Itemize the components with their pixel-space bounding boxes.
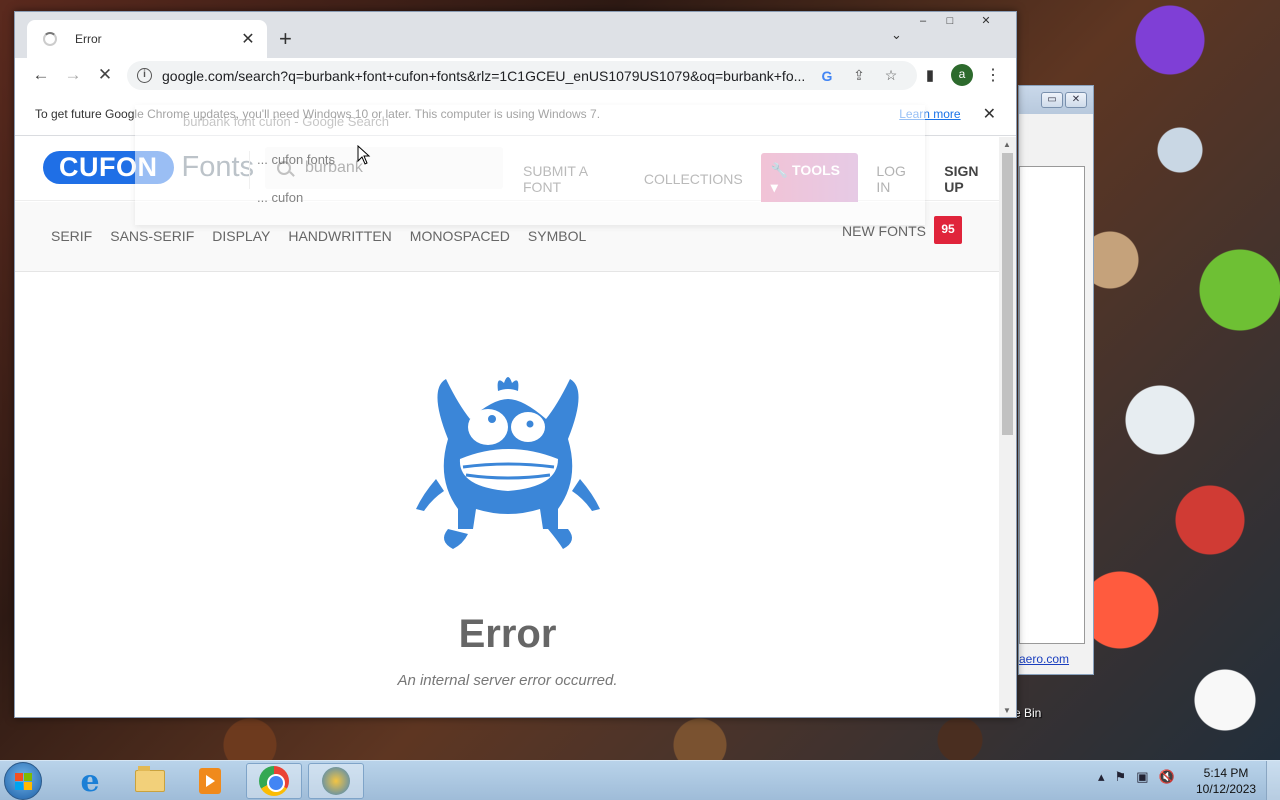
stop-loading-icon[interactable]: ✕ [89, 65, 121, 85]
category-list: SERIF SANS-SERIF DISPLAY HANDWRITTEN MON… [51, 228, 586, 244]
new-tab-button[interactable]: + [279, 26, 292, 52]
cufon-logo[interactable]: CUFON Fonts [43, 151, 254, 184]
taskbar-live-app[interactable] [308, 763, 364, 799]
tools-dropdown-button[interactable]: 🔧 TOOLS ▾ [760, 153, 859, 205]
loading-spinner-icon [43, 32, 57, 46]
browser-toolbar: ← → ✕ i google.com/search?q=burbank+font… [15, 58, 1016, 92]
learn-more-link[interactable]: Learn more [899, 107, 960, 121]
clock-date: 10/12/2023 [1196, 782, 1257, 796]
category-sans-serif[interactable]: SANS-SERIF [110, 228, 194, 244]
bookmark-star-icon[interactable]: ☆ [875, 67, 907, 84]
toolbar-right: ▮ a ⋮ [919, 64, 1003, 86]
category-display[interactable]: DISPLAY [212, 228, 270, 244]
taskbar-media-player[interactable] [182, 763, 238, 799]
site-header: CUFON Fonts burbank SUBMIT A FONT COLLEC… [15, 137, 1000, 205]
tab-error[interactable]: Error ✕ [27, 20, 267, 58]
back-arrow-icon[interactable]: ← [25, 65, 57, 85]
wrench-icon: 🔧 [770, 162, 789, 178]
forward-arrow-icon[interactable]: → [57, 65, 89, 85]
tab-strip: Error ✕ + ⌄ – □ ✕ [15, 12, 1016, 58]
tab-title: Error [75, 32, 102, 46]
search-value[interactable]: burbank [305, 159, 363, 177]
profile-avatar[interactable]: a [951, 64, 973, 86]
category-symbol[interactable]: SYMBOL [528, 228, 586, 244]
background-window-restore-button[interactable]: ▭ [1041, 92, 1063, 108]
system-clock[interactable]: 5:14 PM 10/12/2023 [1196, 765, 1256, 797]
windows-live-icon [322, 767, 350, 795]
taskbar-chrome[interactable] [246, 763, 302, 799]
caret-down-icon: ▾ [770, 179, 778, 195]
tab-close-icon[interactable]: ✕ [239, 29, 257, 49]
page-scrollbar[interactable]: ▲ ▼ [999, 137, 1016, 717]
system-tray: ▴ ⚑ ▣ 🔇 [1098, 769, 1175, 785]
tray-expand-icon[interactable]: ▴ [1098, 769, 1105, 785]
taskbar-internet-explorer[interactable]: e [62, 763, 118, 799]
infobar-message: To get future Google Chrome updates, you… [35, 106, 601, 121]
start-button[interactable] [4, 762, 42, 800]
minimize-button[interactable]: – [910, 13, 936, 30]
background-window-link[interactable]: aero.com [1019, 652, 1069, 666]
tab-search-chevron-icon[interactable]: ⌄ [891, 27, 902, 43]
update-infobar: To get future Google Chrome updates, you… [15, 92, 1016, 136]
side-panel-icon[interactable]: ▮ [919, 66, 941, 84]
new-fonts-count-badge[interactable]: 95 [934, 216, 962, 244]
action-center-flag-icon[interactable]: ⚑ [1115, 769, 1127, 785]
site-search-input[interactable]: burbank [265, 147, 503, 189]
background-window-titlebar[interactable]: ▭ ✕ [1019, 86, 1093, 114]
media-player-icon [199, 768, 221, 794]
collections-link[interactable]: COLLECTIONS [644, 171, 743, 187]
logo-pill: CUFON [43, 151, 174, 184]
folder-icon [135, 766, 165, 792]
taskbar-file-explorer[interactable] [122, 763, 178, 799]
url-text[interactable]: google.com/search?q=burbank+font+cufon+f… [162, 68, 811, 84]
share-icon[interactable]: ⇪ [843, 67, 875, 84]
category-handwritten[interactable]: HANDWRITTEN [288, 228, 391, 244]
close-window-button[interactable]: ✕ [964, 13, 1008, 30]
desktop-icon-label[interactable]: e Bin [1014, 706, 1041, 720]
error-monster-illustration [416, 377, 600, 549]
category-serif[interactable]: SERIF [51, 228, 92, 244]
volume-muted-icon[interactable]: 🔇 [1158, 769, 1174, 785]
background-window-panel [1019, 166, 1085, 644]
error-message: An internal server error occurred. [397, 672, 618, 689]
address-bar[interactable]: i google.com/search?q=burbank+font+cufon… [127, 61, 917, 90]
submit-font-link[interactable]: SUBMIT A FONT [523, 163, 626, 195]
background-window-close-button[interactable]: ✕ [1065, 92, 1087, 108]
category-bar: SERIF SANS-SERIF DISPLAY HANDWRITTEN MON… [15, 202, 1000, 272]
window-controls: – □ ✕ [910, 13, 1008, 30]
internet-explorer-icon: e [80, 763, 100, 799]
category-monospaced[interactable]: MONOSPACED [410, 228, 510, 244]
header-divider [249, 151, 250, 189]
scroll-down-icon[interactable]: ▼ [1003, 706, 1011, 715]
new-fonts-link[interactable]: NEW FONTS [842, 223, 926, 239]
clock-time: 5:14 PM [1203, 766, 1249, 780]
site-info-icon[interactable]: i [137, 68, 152, 83]
windows-logo-icon [15, 773, 32, 790]
search-icon [277, 161, 291, 175]
logo-word: Fonts [181, 151, 255, 183]
tools-label: TOOLS [792, 162, 840, 178]
error-title: Error [458, 612, 557, 656]
scrollbar-thumb[interactable] [1002, 153, 1013, 435]
scroll-up-icon[interactable]: ▲ [1003, 140, 1011, 149]
show-desktop-button[interactable] [1266, 761, 1280, 800]
network-icon[interactable]: ▣ [1136, 769, 1148, 785]
page-viewport: CUFON Fonts burbank SUBMIT A FONT COLLEC… [15, 137, 1000, 717]
chrome-icon [259, 766, 289, 796]
background-window[interactable]: ▭ ✕ aero.com [1018, 85, 1094, 675]
site-nav: SUBMIT A FONT COLLECTIONS 🔧 TOOLS ▾ LOG … [523, 153, 1000, 205]
infobar-close-icon[interactable]: ✕ [983, 104, 996, 124]
google-lens-icon[interactable]: G [811, 68, 843, 84]
mouse-cursor-icon [357, 145, 371, 165]
signup-link[interactable]: SIGN UP [944, 163, 1000, 195]
restore-button[interactable]: □ [937, 13, 963, 30]
login-link[interactable]: LOG IN [876, 163, 922, 195]
windows-taskbar: e ▴ ⚑ ▣ 🔇 5:14 PM 10/12/2023 [0, 760, 1280, 800]
browser-window: Error ✕ + ⌄ – □ ✕ ← → ✕ i google.com/sea… [14, 11, 1017, 718]
menu-kebab-icon[interactable]: ⋮ [983, 65, 1003, 85]
